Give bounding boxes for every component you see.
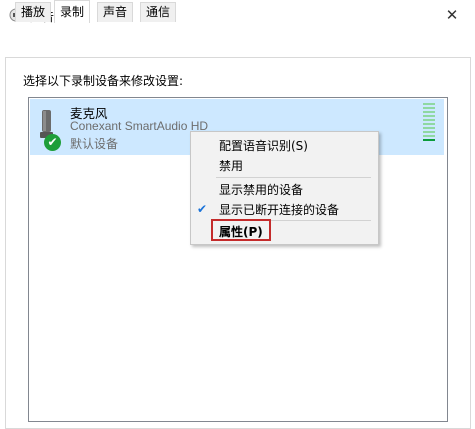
- level-segment: [423, 119, 435, 121]
- level-segment: [423, 123, 435, 125]
- tab-sounds[interactable]: 声音: [97, 2, 134, 22]
- tab-playback[interactable]: 播放: [15, 2, 52, 22]
- tab-communications[interactable]: 通信: [140, 2, 177, 22]
- close-button[interactable]: ✕: [429, 0, 475, 31]
- tab-label: 录制: [60, 5, 85, 19]
- instruction-text: 选择以下录制设备来修改设置:: [23, 74, 184, 88]
- level-meter: [423, 103, 435, 143]
- level-segment: [423, 139, 435, 141]
- check-icon: ✔: [44, 134, 61, 151]
- level-segment: [423, 103, 435, 105]
- device-description: Conexant SmartAudio HD: [70, 119, 209, 133]
- menu-item-configure-speech[interactable]: 配置语音识别(S): [219, 137, 308, 154]
- menu-separator: [216, 177, 371, 178]
- menu-item-show-disconnected[interactable]: 显示已断开连接的设备: [219, 201, 339, 218]
- tab-label: 播放: [21, 5, 46, 19]
- close-icon: ✕: [445, 6, 459, 24]
- level-segment: [423, 115, 435, 117]
- checkmark-icon: ✔: [197, 202, 208, 216]
- tab-label: 通信: [146, 5, 171, 19]
- tab-recording[interactable]: 录制: [54, 0, 91, 23]
- level-segment: [423, 135, 435, 137]
- level-segment: [423, 127, 435, 129]
- highlight-box: [211, 219, 271, 241]
- level-segment: [423, 107, 435, 109]
- tab-label: 声音: [103, 5, 128, 19]
- level-segment: [423, 111, 435, 113]
- menu-item-show-disabled[interactable]: 显示禁用的设备: [219, 181, 303, 198]
- level-segment: [423, 131, 435, 133]
- device-status: 默认设备: [70, 137, 119, 151]
- menu-item-disable[interactable]: 禁用: [219, 157, 243, 174]
